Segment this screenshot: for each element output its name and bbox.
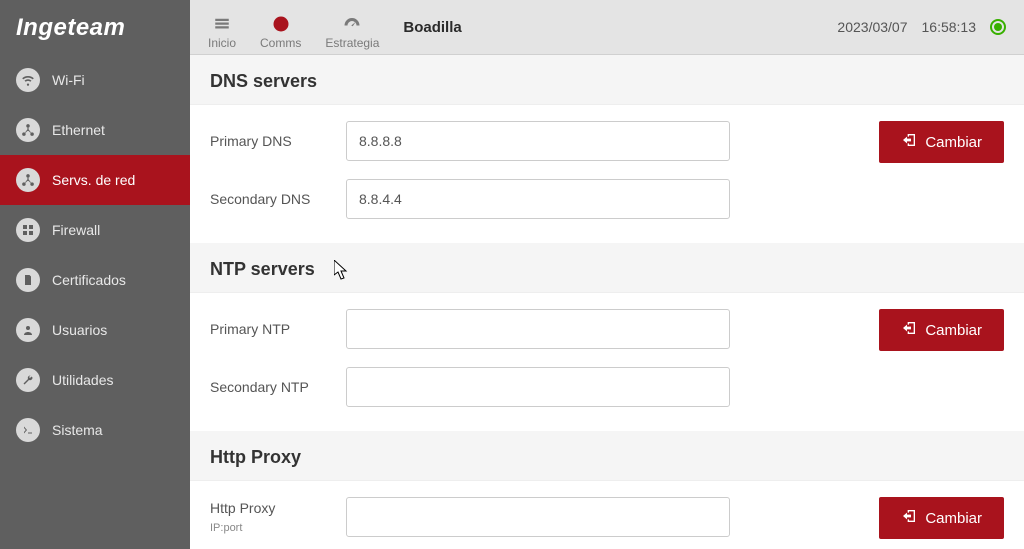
sidebar-item-label: Usuarios: [52, 322, 107, 338]
secondary-ntp-label: Secondary NTP: [210, 378, 330, 396]
primary-dns-input[interactable]: [346, 121, 730, 161]
secondary-dns-input[interactable]: [346, 179, 730, 219]
section-body-ntp: Primary NTP Secondary NTP Cambiar: [190, 293, 1024, 431]
primary-dns-label: Primary DNS: [210, 132, 330, 150]
enter-icon: [901, 132, 917, 152]
sidebar-item-firewall[interactable]: Firewall: [0, 205, 190, 255]
primary-ntp-label: Primary NTP: [210, 320, 330, 338]
topbar-tabs: Inicio Comms Estrategia: [208, 0, 379, 54]
secondary-dns-label: Secondary DNS: [210, 190, 330, 208]
section-title-ntp: NTP servers: [190, 243, 1024, 293]
sidebar: Ingeteam Wi-Fi Ethernet Servs. de red: [0, 0, 190, 549]
sidebar-item-label: Utilidades: [52, 372, 113, 388]
wifi-icon: [271, 14, 291, 34]
http-proxy-input[interactable]: [346, 497, 730, 537]
tab-label: Estrategia: [325, 36, 379, 50]
section-body-proxy: Http Proxy IP:port Cambiar: [190, 481, 1024, 549]
button-label: Cambiar: [925, 322, 982, 339]
section-title-proxy: Http Proxy: [190, 431, 1024, 481]
gauge-icon: [342, 14, 362, 34]
wrench-icon: [16, 368, 40, 392]
proxy-change-button[interactable]: Cambiar: [879, 497, 1004, 539]
brand-logo: Ingeteam: [0, 0, 190, 55]
button-label: Cambiar: [925, 134, 982, 151]
main: Inicio Comms Estrategia Boadilla 2023/03…: [190, 0, 1024, 549]
user-icon: [16, 318, 40, 342]
ntp-change-button[interactable]: Cambiar: [879, 309, 1004, 351]
sidebar-item-label: Wi-Fi: [52, 72, 85, 88]
tab-comms[interactable]: Comms: [260, 14, 301, 54]
sidebar-item-sistema[interactable]: Sistema: [0, 405, 190, 455]
tab-estrategia[interactable]: Estrategia: [325, 14, 379, 54]
tab-inicio[interactable]: Inicio: [208, 14, 236, 54]
enter-icon: [901, 508, 917, 528]
sidebar-item-label: Ethernet: [52, 122, 105, 138]
network-icon: [16, 168, 40, 192]
http-proxy-sublabel: IP:port: [210, 522, 242, 534]
dns-change-button[interactable]: Cambiar: [879, 121, 1004, 163]
sidebar-item-ethernet[interactable]: Ethernet: [0, 105, 190, 155]
status-indicator-icon: [990, 19, 1006, 35]
button-label: Cambiar: [925, 510, 982, 527]
grid-icon: [212, 14, 232, 34]
sidebar-item-usuarios[interactable]: Usuarios: [0, 305, 190, 355]
http-proxy-label: Http Proxy IP:port: [210, 499, 330, 535]
sidebar-item-wifi[interactable]: Wi-Fi: [0, 55, 190, 105]
sidebar-item-utilidades[interactable]: Utilidades: [0, 355, 190, 405]
tab-label: Inicio: [208, 36, 236, 50]
time-value: 16:58:13: [922, 19, 977, 35]
grid4-icon: [16, 218, 40, 242]
section-title-dns: DNS servers: [190, 55, 1024, 105]
sidebar-item-label: Sistema: [52, 422, 103, 438]
sidebar-item-label: Firewall: [52, 222, 100, 238]
network-icon: [16, 118, 40, 142]
sidebar-item-label: Certificados: [52, 272, 126, 288]
sidebar-item-certificados[interactable]: Certificados: [0, 255, 190, 305]
sidebar-item-servs-de-red[interactable]: Servs. de red: [0, 155, 190, 205]
datetime: 2023/03/07 16:58:13: [837, 19, 1006, 35]
content: DNS servers Primary DNS Secondary DNS: [190, 55, 1024, 549]
enter-icon: [901, 320, 917, 340]
section-body-dns: Primary DNS Secondary DNS Cambiar: [190, 105, 1024, 243]
document-icon: [16, 268, 40, 292]
wifi-icon: [16, 68, 40, 92]
sidebar-nav: Wi-Fi Ethernet Servs. de red Firewall: [0, 55, 190, 455]
tab-label: Comms: [260, 36, 301, 50]
terminal-icon: [16, 418, 40, 442]
device-name: Boadilla: [403, 19, 461, 36]
primary-ntp-input[interactable]: [346, 309, 730, 349]
topbar: Inicio Comms Estrategia Boadilla 2023/03…: [190, 0, 1024, 55]
sidebar-item-label: Servs. de red: [52, 172, 135, 188]
date-value: 2023/03/07: [837, 19, 907, 35]
secondary-ntp-input[interactable]: [346, 367, 730, 407]
